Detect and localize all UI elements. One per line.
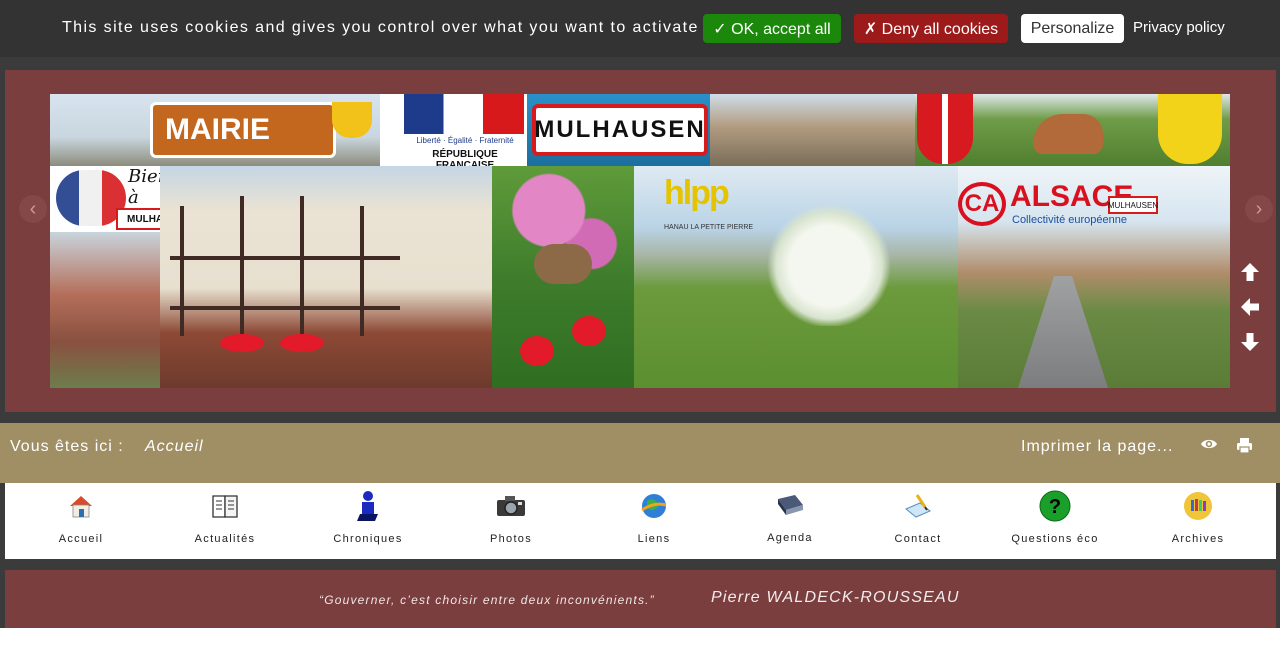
landscape-photo: hlpp HANAU LA PETITE PIERRE xyxy=(634,166,958,388)
question-icon: ? xyxy=(1039,490,1071,522)
alsace-coat-of-arms-icon xyxy=(917,94,973,164)
print-page-label: Imprimer la page... xyxy=(1021,438,1174,455)
arrow-down-icon[interactable] xyxy=(1238,332,1262,356)
half-timbered-house-photo xyxy=(160,166,492,388)
main-navigation: Accueil Actualités Chroniques Photos Lie… xyxy=(5,483,1276,559)
nav-item-actualites[interactable]: Actualités xyxy=(185,483,265,559)
boar-coat-of-arms-icon xyxy=(1158,94,1222,164)
nav-label: Questions éco xyxy=(1011,533,1099,545)
printer-icon[interactable] xyxy=(1236,437,1253,454)
accept-all-cookies-button[interactable]: ✓ OK, accept all xyxy=(703,14,841,43)
nav-item-chroniques[interactable]: Chroniques xyxy=(323,483,413,559)
deny-all-cookies-button[interactable]: ✗ Deny all cookies xyxy=(854,14,1008,43)
breadcrumb: Vous êtes ici : Accueil Imprimer la page… xyxy=(0,423,1280,483)
nav-label: Chroniques xyxy=(333,533,403,545)
newspaper-icon xyxy=(209,490,241,522)
fountain-photo xyxy=(50,232,160,388)
chevron-right-icon[interactable]: › xyxy=(1245,195,1273,223)
road-sign: MULHAUSEN xyxy=(1108,196,1158,214)
home-icon xyxy=(65,490,97,522)
ca-logo: CA xyxy=(958,182,1006,226)
archive-icon xyxy=(1182,490,1214,522)
personalize-cookies-button[interactable]: Personalize xyxy=(1021,14,1124,43)
alsace-village-photo: CA ALSACE Collectivité européenne MULHAU… xyxy=(958,166,1230,388)
road-image xyxy=(1018,276,1108,388)
cat-image xyxy=(534,244,592,284)
camera-icon xyxy=(495,490,527,522)
svg-text:?: ? xyxy=(1049,496,1061,518)
nav-label: Actualités xyxy=(194,533,256,545)
mairie-photo: MAIRIE xyxy=(50,94,380,166)
banner-collage: MAIRIE Liberté · Égalité · Fraternité RÉ… xyxy=(50,94,1230,388)
blossom-tree-image xyxy=(764,206,894,326)
alsace-subtitle: Collectivité européenne xyxy=(1012,214,1127,226)
quote-author: Pierre WALDECK-ROUSSEAU xyxy=(711,589,960,606)
nav-item-questions-eco[interactable]: ? Questions éco xyxy=(1010,483,1100,559)
nav-item-liens[interactable]: Liens xyxy=(624,483,684,559)
quote-bar: “Gouverner, c’est choisir entre deux inc… xyxy=(5,570,1276,628)
nav-label: Agenda xyxy=(767,532,813,544)
horses-photo xyxy=(915,94,1230,166)
quote-text: “Gouverner, c’est choisir entre deux inc… xyxy=(319,593,655,607)
cookie-consent-bar: This site uses cookies and gives you con… xyxy=(0,0,1280,57)
banner-controls xyxy=(1238,262,1262,367)
breadcrumb-current[interactable]: Accueil xyxy=(145,438,204,456)
mairie-sign-text: MAIRIE xyxy=(165,113,270,146)
globe-icon xyxy=(638,490,670,522)
arrow-up-icon[interactable] xyxy=(1238,262,1262,286)
coat-of-arms-icon xyxy=(332,102,372,138)
breadcrumb-label: Vous êtes ici : xyxy=(10,438,124,455)
town-sign-photo: MULHAUSEN xyxy=(527,94,710,166)
nav-label: Accueil xyxy=(58,533,104,545)
privacy-policy-link[interactable]: Privacy policy xyxy=(1133,19,1225,36)
mairie-sign: MAIRIE xyxy=(150,102,336,158)
town-sign: MULHAUSEN xyxy=(532,104,708,156)
hlpp-subtitle: HANAU LA PETITE PIERRE xyxy=(664,224,754,231)
marianne-logo-icon xyxy=(404,94,524,134)
republique-francaise-logo: Liberté · Égalité · Fraternité RÉPUBLIQU… xyxy=(380,94,527,166)
book-icon xyxy=(774,490,806,522)
street-photo xyxy=(710,94,915,166)
nav-label: Photos xyxy=(489,533,533,545)
nav-item-accueil[interactable]: Accueil xyxy=(51,483,111,559)
nav-item-photos[interactable]: Photos xyxy=(481,483,541,559)
nav-label: Contact xyxy=(894,533,942,545)
cookie-message: This site uses cookies and gives you con… xyxy=(62,19,699,36)
nav-item-agenda[interactable]: Agenda xyxy=(760,483,820,559)
write-icon xyxy=(902,490,934,522)
nav-item-archives[interactable]: Archives xyxy=(1168,483,1228,559)
hlpp-logo: hlpp xyxy=(664,174,730,212)
nav-label: Liens xyxy=(637,533,671,545)
chevron-left-icon[interactable]: ‹ xyxy=(19,195,47,223)
flowers-cat-photo xyxy=(492,166,634,388)
nav-label: Archives xyxy=(1171,533,1225,545)
horse-image xyxy=(1033,114,1103,154)
rf-name: RÉPUBLIQUE FRANÇAISE xyxy=(432,149,498,166)
rf-caption: Liberté · Égalité · Fraternité RÉPUBLIQU… xyxy=(406,136,524,166)
arrow-left-icon[interactable] xyxy=(1238,297,1262,321)
nav-item-contact[interactable]: Contact xyxy=(888,483,948,559)
rf-motto: Liberté · Égalité · Fraternité xyxy=(416,136,514,145)
eye-icon[interactable] xyxy=(1200,437,1218,451)
person-icon xyxy=(352,490,384,522)
